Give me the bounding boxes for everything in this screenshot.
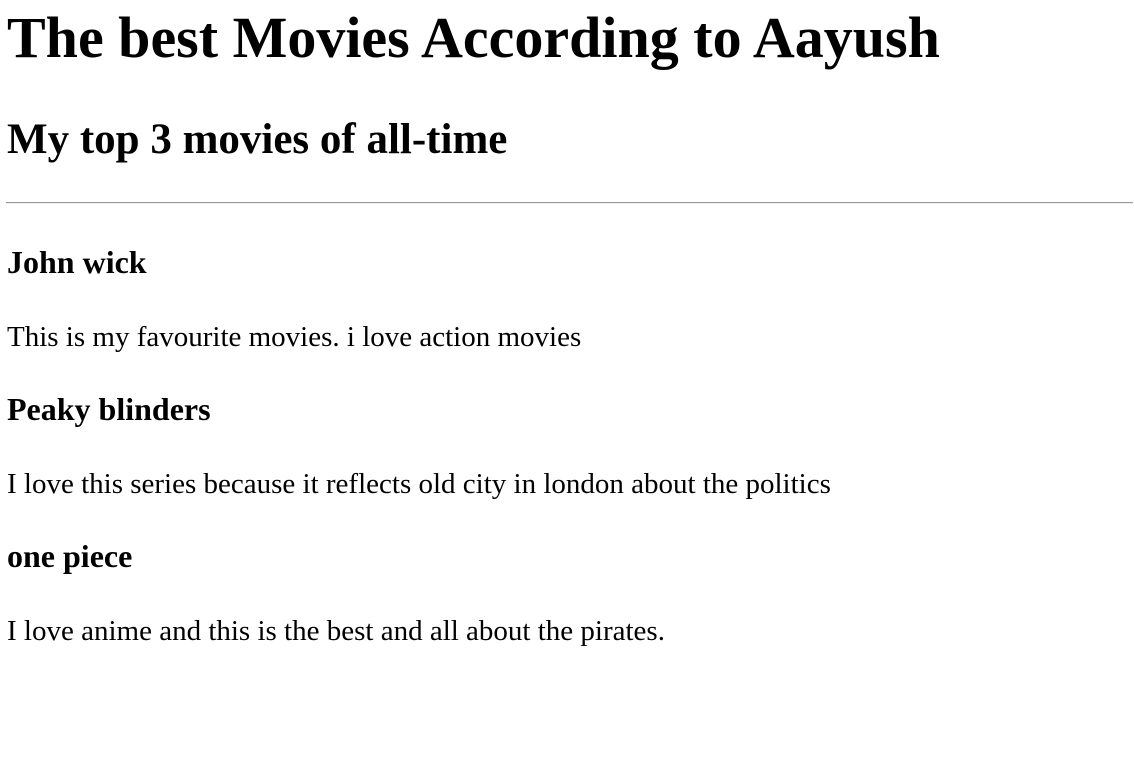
movie-title: one piece bbox=[7, 538, 133, 574]
movie-title: John wick bbox=[7, 244, 147, 280]
movie-entry: one piece I love anime and this is the b… bbox=[7, 537, 1127, 648]
page-title: The best Movies According to Aayush bbox=[7, 5, 940, 70]
page-subtitle: My top 3 movies of all-time bbox=[7, 116, 508, 163]
movie-description: This is my favourite movies. i love acti… bbox=[7, 321, 582, 353]
movie-entry: Peaky blinders I love this series becaus… bbox=[7, 390, 1127, 501]
page-content: The best Movies According to Aayush My t… bbox=[0, 0, 1134, 648]
movie-description: I love anime and this is the best and al… bbox=[7, 615, 665, 647]
movie-description: I love this series because it reflects o… bbox=[7, 468, 831, 500]
divider bbox=[6, 202, 1133, 204]
movie-title: Peaky blinders bbox=[7, 391, 211, 427]
movie-entry: John wick This is my favourite movies. i… bbox=[7, 243, 1127, 354]
